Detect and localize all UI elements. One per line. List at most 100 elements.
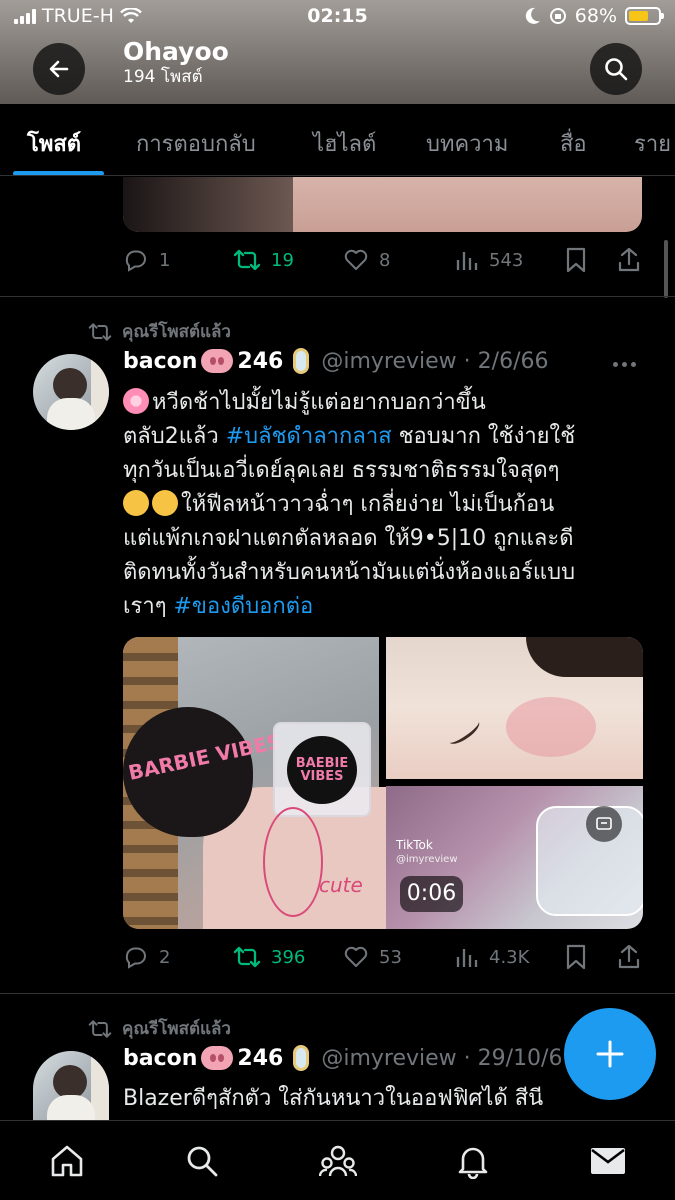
heart-icon <box>344 249 368 270</box>
header-titles: Ohayoo 194 โพสต์ <box>123 38 229 88</box>
tab-posts[interactable]: โพสต์ <box>27 126 81 161</box>
expand-icon[interactable] <box>586 806 622 842</box>
plus-icon <box>596 1040 624 1068</box>
battery-icon <box>625 7 664 25</box>
heart-icon <box>344 946 368 967</box>
like-button[interactable]: 8 <box>343 248 390 272</box>
repost-indicator: คุณรีโพสต์แล้ว <box>88 318 231 345</box>
tweet-text-line: ให้ฟีลหน้าวาวฉ่ำๆ เกลี่ยง่าย ไม่เป็นก้อน <box>181 492 555 517</box>
repost-label: คุณรีโพสต์แล้ว <box>122 1019 231 1039</box>
post-divider <box>0 993 675 994</box>
scrollbar[interactable] <box>664 240 668 298</box>
like-button[interactable]: 53 <box>343 945 402 969</box>
back-button[interactable] <box>33 43 85 95</box>
post-count: 194 โพสต์ <box>123 67 203 87</box>
tweet-text: Blazerดีๆสักตัว ใส่กันหนาวในออฟฟิศได้ สี… <box>123 1086 544 1111</box>
tweet-text-line: ติดทนทั้งวันสำหรับคนหน้ามันแต่นั่งห้องแอ… <box>123 560 576 585</box>
repost-icon <box>233 946 261 968</box>
tab-media[interactable]: สื่อ <box>560 126 587 161</box>
mirror-emoji-icon <box>293 348 310 374</box>
tweet-header: bacon 246 @imyreview · 2/6/66 <box>123 348 548 374</box>
display-name[interactable]: bacon <box>123 349 197 374</box>
flower-emoji-icon <box>123 388 149 414</box>
bar-chart-icon <box>456 252 478 270</box>
communities-icon[interactable] <box>318 1141 358 1181</box>
repost-button[interactable]: 396 <box>233 946 305 968</box>
display-name[interactable]: bacon <box>123 1046 197 1071</box>
views-button[interactable]: 4.3K <box>455 945 529 969</box>
search-button[interactable] <box>590 43 642 95</box>
repost-button[interactable]: 19 <box>233 249 294 271</box>
status-bar: TRUE-H 02:15 68% <box>0 0 675 34</box>
handle-and-date[interactable]: @imyreview · 2/6/66 <box>321 349 548 374</box>
post-actions: 2 396 53 4.3K <box>123 942 643 972</box>
tab-articles[interactable]: บทความ <box>426 126 508 161</box>
tweet-text-line: ทุกวันเป็นเอวี่เดย์ลุคเลย ธรรมชาติธรรมใจ… <box>123 458 560 483</box>
share-icon <box>618 247 640 272</box>
tab-replies[interactable]: การตอบกลับ <box>136 126 256 161</box>
media-image-face[interactable] <box>386 637 643 779</box>
reply-button[interactable]: 1 <box>123 248 170 272</box>
tweet-text: หวีดช้าไปมั้ยไม่รู้แต่อยากบอกว่าขึ้น ตลั… <box>123 386 643 624</box>
pig-emoji-icon <box>201 1046 234 1070</box>
repost-icon <box>233 249 261 271</box>
smiling-hearts-emoji-icon <box>123 490 149 516</box>
media-image-product[interactable]: BARBIE VIBES BAEBIE VIBES cute <box>123 637 393 929</box>
compose-button[interactable] <box>564 1008 656 1100</box>
tweet-text-line: เราๆ <box>123 594 174 619</box>
tiktok-watermark: TikTok <box>396 838 433 852</box>
display-name-suffix[interactable]: 246 <box>237 1046 283 1071</box>
hashtag-link[interactable]: #บลัชดำลากลาส <box>226 424 392 449</box>
profile-tabs: โพสต์ การตอบกลับ ไฮไลต์ บทความ สื่อ ราย <box>0 104 675 176</box>
search-icon <box>605 58 628 81</box>
tweet-text-line: ตลับ2แล้ว <box>123 424 226 449</box>
hashtag-link[interactable]: #ของดีบอกต่อ <box>174 594 314 619</box>
avatar[interactable] <box>33 1051 109 1120</box>
bookmark-icon <box>566 247 586 273</box>
view-count: 4.3K <box>489 946 530 968</box>
like-count: 8 <box>379 249 391 271</box>
bookmark-button[interactable] <box>565 944 587 970</box>
bookmark-button[interactable] <box>565 247 587 273</box>
media-video[interactable]: TikTok @imyreview 0:06 <box>386 786 643 929</box>
previous-post-actions: 1 19 8 543 <box>123 245 643 275</box>
search-icon[interactable] <box>182 1141 222 1181</box>
display-name-suffix[interactable]: 246 <box>237 349 283 374</box>
tiktok-handle: @imyreview <box>396 854 458 865</box>
view-count: 543 <box>489 249 524 271</box>
repost-count: 396 <box>271 946 306 968</box>
more-options-icon[interactable] <box>613 362 636 367</box>
home-icon[interactable] <box>47 1141 87 1181</box>
reply-count: 1 <box>159 249 171 271</box>
notifications-icon[interactable] <box>453 1141 493 1181</box>
handle-and-date[interactable]: @imyreview · 29/10/6 <box>321 1046 562 1071</box>
moon-icon <box>525 7 540 24</box>
tweet-text-line: ชอบมาก ใช้ง่ายใช้ <box>391 424 576 449</box>
avatar[interactable] <box>33 354 109 430</box>
messages-icon[interactable] <box>588 1141 628 1181</box>
repost-label: คุณรีโพสต์แล้ว <box>122 322 231 342</box>
bottom-navigation <box>0 1120 675 1200</box>
repost-count: 19 <box>271 249 294 271</box>
active-tab-indicator <box>13 171 104 175</box>
share-button[interactable] <box>617 944 641 970</box>
views-button[interactable]: 543 <box>455 248 523 272</box>
media-grid: BARBIE VIBES BAEBIE VIBES cute TikTok @im… <box>123 637 643 929</box>
repost-indicator: คุณรีโพสต์แล้ว <box>88 1015 231 1042</box>
reply-button[interactable]: 2 <box>123 945 170 969</box>
previous-post-media[interactable] <box>123 177 642 232</box>
repost-icon <box>88 322 112 341</box>
compact-logo-sub: VIBES <box>300 769 344 784</box>
arrow-left-icon <box>49 60 69 78</box>
repost-icon <box>88 1019 112 1038</box>
reply-icon <box>125 947 146 969</box>
tab-highlights[interactable]: ไฮไลต์ <box>313 126 376 161</box>
post-divider <box>0 296 675 297</box>
tab-likes[interactable]: ราย <box>634 126 671 161</box>
share-icon <box>618 944 640 969</box>
reply-icon <box>125 250 146 272</box>
reply-count: 2 <box>159 946 171 968</box>
share-button[interactable] <box>617 247 641 273</box>
like-count: 53 <box>379 946 402 968</box>
mirror-emoji-icon <box>293 1045 310 1071</box>
